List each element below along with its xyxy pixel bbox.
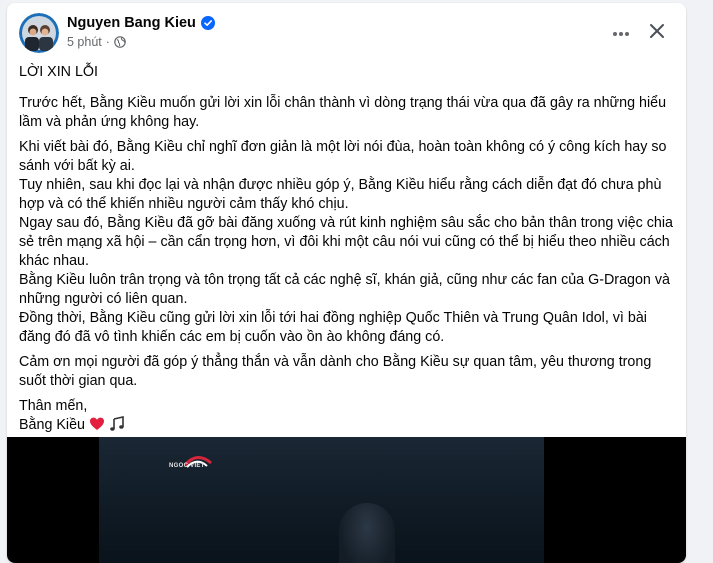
paragraph-2: Khi viết bài đó, Bằng Kiều chỉ nghĩ đơn …: [19, 139, 667, 174]
post-header: Nguyen Bang Kieu 5 phút ·: [7, 3, 686, 59]
paragraph-4: Ngay sau đó, Bằng Kiều đã gỡ bài đăng xu…: [19, 215, 673, 269]
paragraph-3: Tuy nhiên, sau khi đọc lại và nhận được …: [19, 177, 662, 212]
meta-separator: ·: [105, 35, 110, 49]
post-body: LỜI XIN LỖI Trước hết, Bằng Kiều muốn gử…: [19, 63, 679, 438]
closing-line: Thân mến,: [19, 398, 88, 414]
performer-silhouette: [339, 503, 395, 563]
signature-line: Bằng Kiều: [19, 416, 679, 438]
author-name[interactable]: Nguyen Bang Kieu: [67, 15, 196, 31]
video-frame[interactable]: NGOC VIET: [99, 437, 544, 563]
post-card: Nguyen Bang Kieu 5 phút · LỜI XIN LỖI Tr…: [7, 3, 686, 563]
author-line: Nguyen Bang Kieu: [67, 15, 215, 31]
post-media[interactable]: NGOC VIET: [7, 437, 686, 563]
author-avatar[interactable]: [19, 13, 59, 53]
paragraph-6: Đồng thời, Bằng Kiều cũng gửi lời xin lỗ…: [19, 310, 647, 345]
post-timestamp[interactable]: 5 phút: [67, 35, 102, 49]
verified-badge-icon: [200, 16, 215, 30]
signature-name: Bằng Kiều: [19, 417, 85, 433]
watermark-text: NGOC VIET: [169, 463, 205, 469]
close-button[interactable]: [641, 17, 673, 49]
music-note-icon: [109, 416, 125, 438]
paragraph-7: Cảm ơn mọi người đã góp ý thẳng thắn và …: [19, 354, 652, 389]
more-options-icon: [612, 24, 630, 42]
channel-logo-icon: [183, 456, 212, 468]
more-options-button[interactable]: [605, 17, 637, 49]
close-icon: [649, 23, 665, 44]
post-meta: 5 phút ·: [67, 35, 126, 49]
paragraph-1: Trước hết, Bằng Kiều muốn gửi lời xin lỗ…: [19, 95, 667, 130]
avatar-image: [19, 13, 59, 53]
post-title: LỜI XIN LỖI: [19, 64, 99, 80]
globe-icon[interactable]: [114, 36, 126, 48]
paragraph-5: Bằng Kiều luôn trân trọng và tôn trọng t…: [19, 272, 670, 307]
heart-icon: [89, 416, 105, 438]
